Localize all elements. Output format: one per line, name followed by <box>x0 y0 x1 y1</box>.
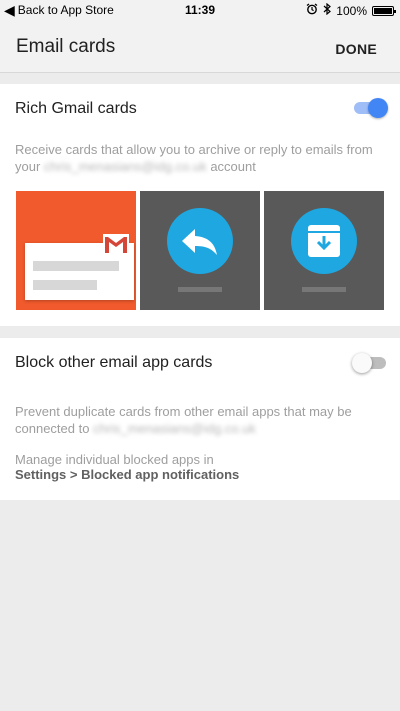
block-email-app-cards-toggle[interactable] <box>352 353 388 373</box>
email-envelope-icon <box>25 234 134 300</box>
reply-card-preview <box>140 191 260 310</box>
gmail-email-card-preview <box>16 191 136 310</box>
app-bar: Email cards DONE <box>0 20 400 73</box>
blocked-app-notifications-link[interactable]: Settings > Blocked app notifications <box>15 467 239 482</box>
battery-icon <box>372 5 396 16</box>
rich-gmail-cards-description: Receive cards that allow you to archive … <box>15 141 387 175</box>
rich-gmail-cards-section: Rich Gmail cards Receive cards that allo… <box>0 84 400 326</box>
block-account-email: chris_menasians@idg.co.uk <box>93 421 256 436</box>
reply-icon <box>167 208 233 274</box>
alarm-icon <box>306 3 318 18</box>
block-email-app-cards-description: Prevent duplicate cards from other email… <box>15 403 387 437</box>
page-title: Email cards <box>16 36 116 57</box>
gmail-icon <box>103 234 129 254</box>
battery-percent: 100% <box>336 3 367 18</box>
rich-gmail-cards-title: Rich Gmail cards <box>15 100 137 117</box>
archive-icon <box>291 208 357 274</box>
block-email-app-cards-title: Block other email app cards <box>15 354 213 371</box>
archive-card-preview <box>264 191 384 310</box>
account-email: chris_menasians@idg.co.uk <box>43 159 207 174</box>
rich-gmail-cards-toggle[interactable] <box>352 98 388 118</box>
rich-desc-suffix: account <box>210 159 256 174</box>
done-button[interactable]: DONE <box>335 41 377 57</box>
manage-blocked-apps-text: Manage individual blocked apps in <box>15 452 214 467</box>
status-bar: ◀ Back to App Store 11:39 100% <box>0 0 400 20</box>
bluetooth-icon <box>323 2 332 18</box>
